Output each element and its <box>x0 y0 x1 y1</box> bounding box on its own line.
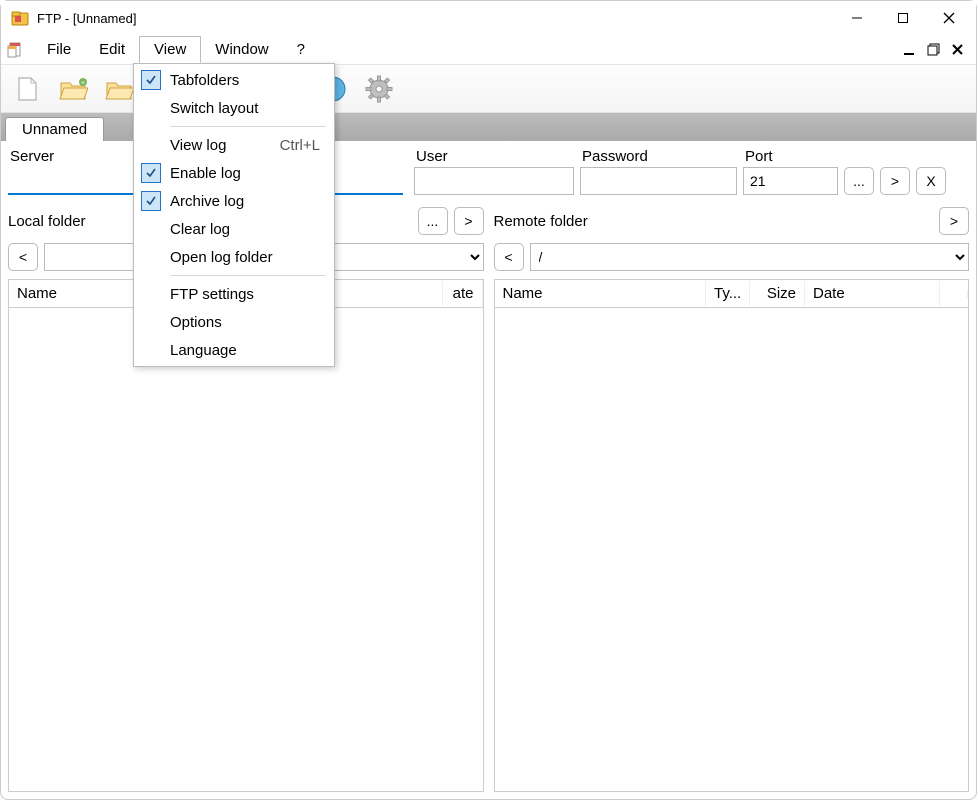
menu-language[interactable]: Language <box>136 336 332 364</box>
new-file-icon[interactable] <box>7 69 47 109</box>
col-name[interactable]: Name <box>495 281 707 306</box>
user-label: User <box>414 148 574 165</box>
menu-help[interactable]: ? <box>283 37 319 62</box>
menu-switch-layout[interactable]: Switch layout <box>136 94 332 122</box>
menu-options[interactable]: Options <box>136 308 332 336</box>
user-input[interactable] <box>414 167 574 195</box>
check-icon <box>141 191 161 211</box>
menu-window[interactable]: Window <box>201 37 282 62</box>
remote-list: Name Ty... Size Date <box>494 275 970 792</box>
window-close-button[interactable] <box>926 3 972 33</box>
view-menu-dropdown: Tabfolders Switch layout View log Ctrl+L… <box>133 63 335 367</box>
password-input[interactable] <box>580 167 737 195</box>
window-title: FTP - [Unnamed] <box>37 11 834 26</box>
menu-edit[interactable]: Edit <box>85 37 139 62</box>
gear-icon[interactable] <box>359 69 399 109</box>
connection-browse-button[interactable]: ... <box>844 167 874 195</box>
check-icon <box>141 163 161 183</box>
window-maximize-button[interactable] <box>880 3 926 33</box>
local-open-button[interactable]: > <box>454 207 484 235</box>
menu-ftp-settings[interactable]: FTP settings <box>136 280 332 308</box>
port-input[interactable] <box>743 167 838 195</box>
window-titlebar: FTP - [Unnamed] <box>1 1 976 35</box>
connection-connect-button[interactable]: > <box>880 167 910 195</box>
window-minimize-button[interactable] <box>834 3 880 33</box>
menu-file[interactable]: File <box>33 37 85 62</box>
menu-view[interactable]: View <box>139 36 201 63</box>
local-list-body[interactable] <box>8 307 484 792</box>
menu-enable-log[interactable]: Enable log <box>136 159 332 187</box>
local-browse-button[interactable]: ... <box>418 207 448 235</box>
remote-list-header: Name Ty... Size Date <box>494 279 970 307</box>
mdi-close-button[interactable] <box>948 40 968 60</box>
local-back-button[interactable]: < <box>8 243 38 271</box>
check-icon <box>141 70 161 90</box>
remote-path-select[interactable]: / <box>530 243 970 271</box>
col-date[interactable]: Date <box>805 281 940 306</box>
connection-close-button[interactable]: X <box>916 167 946 195</box>
open-folder-icon[interactable]: + <box>53 69 93 109</box>
menu-open-log-folder[interactable]: Open log folder <box>136 243 332 271</box>
remote-folder-col: Remote folder > < / <box>494 207 970 271</box>
password-label: Password <box>580 148 737 165</box>
menu-separator <box>170 126 326 127</box>
remote-list-body[interactable] <box>494 307 970 792</box>
menu-tabfolders[interactable]: Tabfolders <box>136 66 332 94</box>
mdi-restore-button[interactable] <box>924 40 944 60</box>
remote-back-button[interactable]: < <box>494 243 524 271</box>
tab-unnamed[interactable]: Unnamed <box>5 117 104 141</box>
remote-open-button[interactable]: > <box>939 207 969 235</box>
menu-separator <box>170 275 326 276</box>
app-icon <box>11 9 29 27</box>
menu-archive-log[interactable]: Archive log <box>136 187 332 215</box>
col-type[interactable]: Ty... <box>706 281 750 306</box>
menubar: File Edit View Window ? <box>1 35 976 65</box>
port-label: Port <box>743 148 838 165</box>
col-spacer[interactable] <box>940 290 968 298</box>
mdi-doc-icon <box>7 41 25 59</box>
menu-clear-log[interactable]: Clear log <box>136 215 332 243</box>
col-size[interactable]: Size <box>750 281 805 306</box>
menu-view-log[interactable]: View log Ctrl+L <box>136 131 332 159</box>
remote-folder-label: Remote folder <box>494 213 934 230</box>
svg-text:+: + <box>81 80 85 87</box>
mdi-minimize-button[interactable] <box>900 40 920 60</box>
col-date-partial[interactable]: ate <box>443 281 483 306</box>
